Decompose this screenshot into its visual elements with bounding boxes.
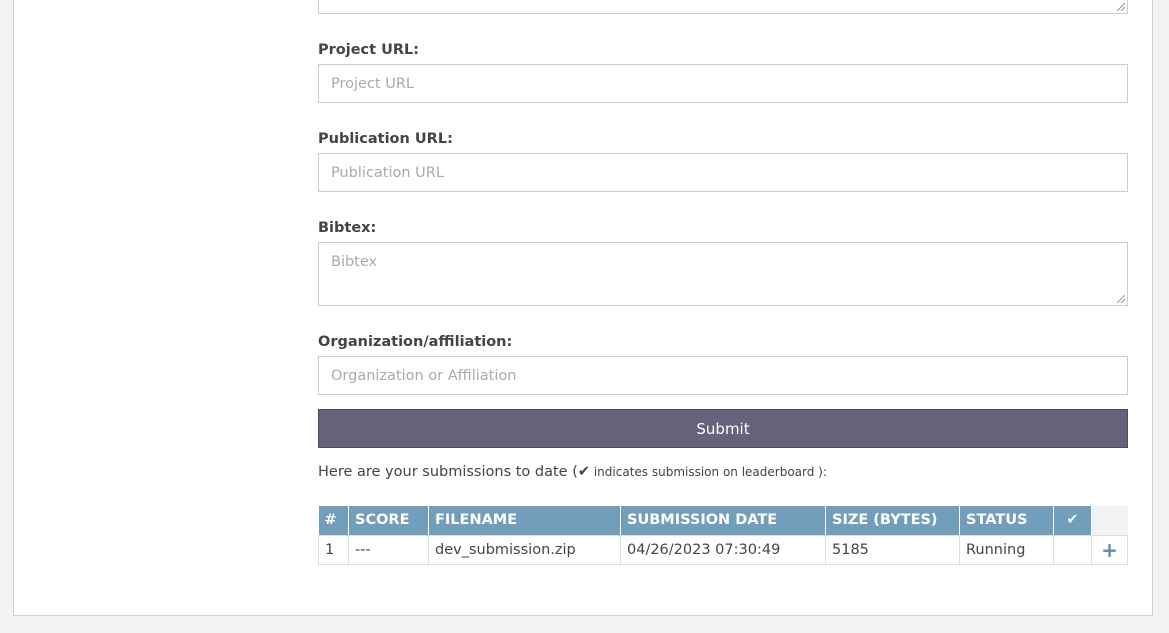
publication-url-label: Publication URL: [318,131,453,147]
intro-close: ): [818,465,827,479]
submit-button[interactable]: Submit [318,409,1128,448]
publication-url-input[interactable] [318,153,1128,192]
column-header-number: # [318,506,349,535]
form-panel: Project URL: Publication URL: Bibtex: Or… [13,0,1153,616]
intro-note: indicates submission on leaderboard [590,465,819,479]
cell-status: Running [959,534,1054,565]
organization-input[interactable] [318,356,1128,395]
plus-icon[interactable]: + [1091,534,1128,565]
organization-label: Organization/affiliation: [318,334,513,350]
cell-score: --- [348,534,429,565]
bibtex-textarea[interactable] [318,242,1128,306]
column-header-status: STATUS [959,506,1054,535]
project-url-input[interactable] [318,64,1128,103]
column-header-submission-date: SUBMISSION DATE [620,506,826,535]
cell-number: 1 [318,534,349,565]
submissions-table: # SCORE FILENAME SUBMISSION DATE SIZE (B… [318,506,1128,565]
column-header-score: SCORE [348,506,429,535]
cell-leaderboard[interactable] [1053,534,1092,565]
checkmark-icon: ✔ [577,464,591,480]
cell-submission-date: 04/26/2023 07:30:49 [620,534,826,565]
bibtex-label: Bibtex: [318,220,377,236]
table-header-row: # SCORE FILENAME SUBMISSION DATE SIZE (B… [318,506,1128,535]
submissions-intro: Here are your submissions to date (✔ ind… [318,464,827,480]
bibtex-resize-grip-icon[interactable] [1117,295,1125,303]
resize-grip-icon[interactable] [1117,3,1125,11]
column-header-leaderboard-check-icon: ✔ [1053,506,1092,535]
column-header-size: SIZE (BYTES) [825,506,960,535]
table-row: 1 --- dev_submission.zip 04/26/2023 07:3… [318,534,1128,565]
intro-text: Here are your submissions to date ( [318,464,578,480]
column-header-actions [1091,506,1128,535]
cell-size: 5185 [825,534,960,565]
cell-filename: dev_submission.zip [428,534,621,565]
description-textarea[interactable] [318,0,1128,14]
column-header-filename: FILENAME [428,506,621,535]
project-url-label: Project URL: [318,42,420,58]
